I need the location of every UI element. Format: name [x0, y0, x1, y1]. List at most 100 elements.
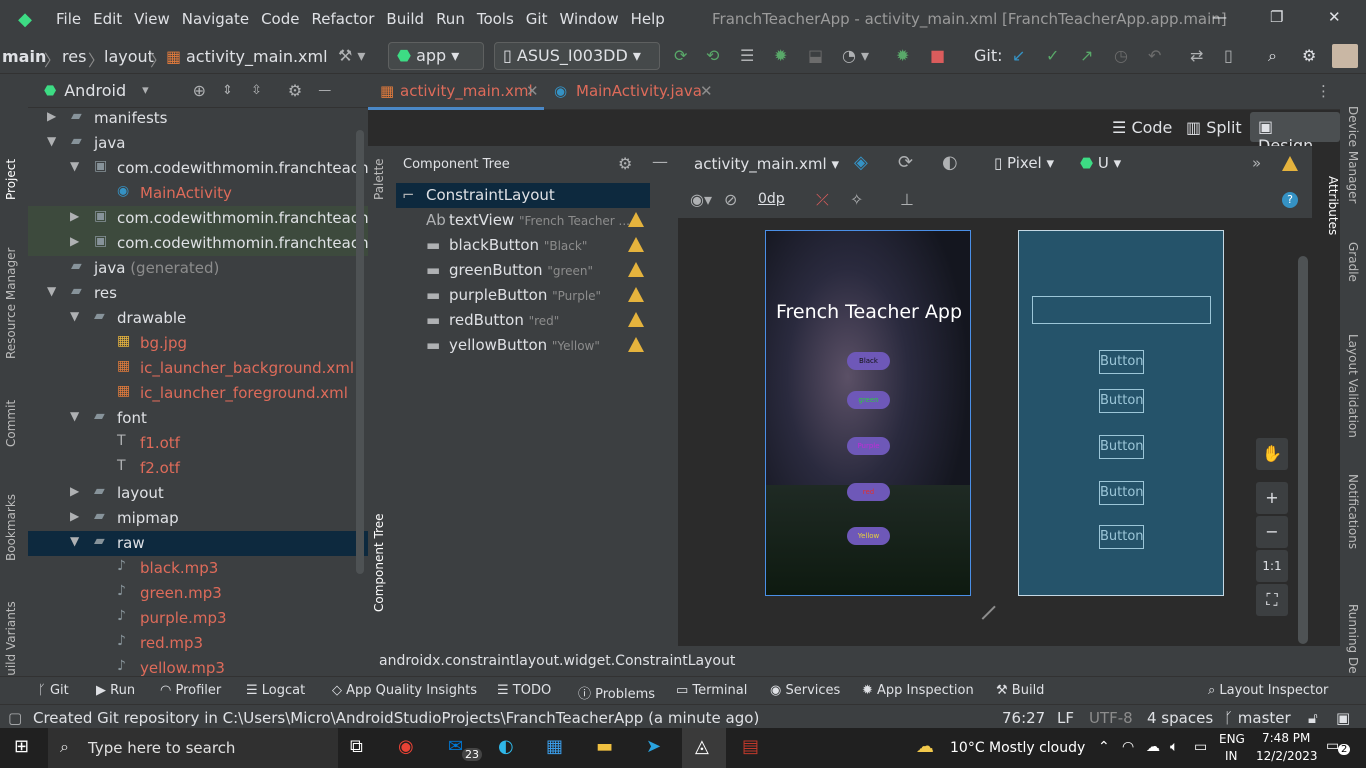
component-tree-item[interactable]: ▬ yellowButton "Yellow"	[396, 333, 650, 358]
settings-gear-icon[interactable]: ⚙	[1302, 46, 1316, 65]
preview-button-yellow[interactable]: Yellow	[847, 527, 890, 545]
indent-setting[interactable]: 4 spaces	[1147, 709, 1213, 727]
design-preview[interactable]: French Teacher App Black green Purple red Ye…	[765, 230, 971, 596]
stop-icon[interactable]: ■	[930, 46, 945, 65]
tool-todo[interactable]: ☰ TODO	[497, 683, 551, 698]
clock-date[interactable]: 12/2/2023	[1256, 749, 1318, 763]
tree-row[interactable]: ♪ red.mp3	[28, 631, 368, 656]
tree-row[interactable]: ▰ java (generated)	[28, 256, 368, 281]
device-select[interactable]: ▯ ASUS_I003DD ▾	[494, 42, 660, 70]
windows-start-icon[interactable]: ⊞	[14, 736, 29, 757]
tree-row[interactable]: ▦ ic_launcher_background.xml	[28, 356, 368, 381]
speaker-icon[interactable]: 🔈︎	[1170, 739, 1178, 755]
line-separator[interactable]: LF	[1057, 709, 1074, 727]
blueprint-button[interactable]: Button	[1099, 525, 1144, 549]
orientation-icon[interactable]: ⟳	[898, 152, 913, 173]
zoom-out-button[interactable]: −	[1256, 516, 1288, 548]
tree-row[interactable]: ▶ ▰ mipmap	[28, 506, 368, 531]
locate-icon[interactable]: ⊕	[193, 81, 206, 100]
rollback-icon[interactable]: ↶	[1148, 46, 1161, 65]
tool-git[interactable]: ᚴ Git	[38, 683, 69, 698]
wifi-icon[interactable]: ◠	[1122, 739, 1134, 755]
sync-gradle-icon[interactable]: ⇄	[1190, 46, 1203, 65]
clock-time[interactable]: 7:48 PM	[1262, 731, 1310, 745]
tool-app-quality-insights[interactable]: ◇ App Quality Insights	[332, 683, 477, 698]
status-toggle-icon[interactable]: ▢	[8, 709, 22, 727]
tree-row[interactable]: ▼ ▰ font	[28, 406, 368, 431]
warning-icon[interactable]	[1282, 156, 1298, 171]
blueprint-button[interactable]: Button	[1099, 350, 1144, 374]
blueprint-button[interactable]: Button	[1099, 389, 1144, 413]
list-icon[interactable]: ☰	[740, 46, 754, 65]
menu-edit[interactable]: Edit	[87, 10, 128, 28]
taskbar-search[interactable]: ⌕ Type here to search	[48, 728, 338, 768]
chevron-right-icon[interactable]: ▶	[70, 484, 79, 498]
minimize-icon[interactable]: —	[1212, 8, 1227, 26]
chrome-icon[interactable]: ◉	[398, 736, 414, 757]
tree-row[interactable]: ▼ ▰ raw	[28, 531, 368, 556]
component-tree-item[interactable]: ▬ purpleButton "Purple"	[396, 283, 650, 308]
tree-row[interactable]: ▼ ▰ java	[28, 131, 368, 156]
autoconnect-icon[interactable]: ⊘	[724, 190, 737, 209]
file-encoding[interactable]: UTF-8	[1089, 709, 1133, 727]
clear-constraints-icon[interactable]: ⤫	[816, 190, 829, 210]
infer-constraints-icon[interactable]: ✧	[850, 190, 863, 209]
menu-window[interactable]: Window	[553, 10, 624, 28]
tree-row[interactable]: Tf2.otf	[28, 456, 368, 481]
debug-attach-icon[interactable]: ✹	[896, 46, 909, 65]
tab-component-tree[interactable]: Component Tree	[372, 514, 386, 612]
tab-project[interactable]: Project	[4, 159, 18, 200]
warning-icon[interactable]	[628, 237, 644, 252]
tree-root-constraintlayout[interactable]: ⌐ ConstraintLayout	[396, 183, 650, 208]
more-chevron-icon[interactable]: »	[1252, 154, 1261, 172]
menu-view[interactable]: View	[128, 10, 176, 28]
battery-icon[interactable]: ▭	[1194, 739, 1207, 755]
hammer-icon[interactable]: ⚒ ▾	[338, 46, 365, 65]
breadcrumb-layout[interactable]: layout	[104, 47, 154, 66]
split-mode-button[interactable]: ▥ Split	[1186, 118, 1242, 137]
component-tree-item[interactable]: ▬ blackButton "Black"	[396, 233, 650, 258]
device-preview-select[interactable]: ▯ Pixel ▾	[994, 154, 1054, 172]
tree-row[interactable]: ▶ ▣ com.codewithmomin.franchteacher	[28, 231, 368, 256]
apply-changes-icon[interactable]: ⟳	[674, 46, 687, 65]
blueprint-preview[interactable]: Button Button Button Button Button	[1018, 230, 1224, 596]
tab-activity-main-xml[interactable]: ▦ activity_main.xml ✕	[368, 74, 544, 110]
hide-panel-icon[interactable]: —	[318, 83, 331, 98]
mail-icon[interactable]: ✉	[448, 736, 463, 757]
device-manager-icon[interactable]: ▯	[1224, 46, 1233, 65]
blueprint-button[interactable]: Button	[1099, 481, 1144, 505]
region-code[interactable]: IN	[1225, 749, 1238, 763]
tree-row[interactable]: Tf1.otf	[28, 431, 368, 456]
warning-icon[interactable]	[628, 212, 644, 227]
menu-help[interactable]: Help	[625, 10, 671, 28]
file-explorer-icon[interactable]: ▬	[596, 736, 613, 757]
tab-palette[interactable]: Palette	[372, 158, 386, 200]
tree-row[interactable]: ▦ ic_launcher_foreground.xml	[28, 381, 368, 406]
night-mode-icon[interactable]: ◐	[942, 152, 958, 173]
task-view-icon[interactable]: ⧉	[350, 736, 363, 757]
attach-debugger-icon[interactable]: ⬓	[808, 46, 823, 65]
tree-row[interactable]: ♪ purple.mp3	[28, 606, 368, 631]
tray-chevron-icon[interactable]: ⌃	[1098, 739, 1110, 755]
breadcrumb-file[interactable]: activity_main.xml	[186, 47, 328, 66]
chevron-down-icon[interactable]: ▼	[70, 409, 79, 423]
guidelines-icon[interactable]: ⊥	[900, 190, 914, 209]
layout-file-select[interactable]: activity_main.xml ▾	[694, 155, 839, 173]
run-config-select[interactable]: ⬣ app ▾	[388, 42, 484, 70]
lock-icon[interactable]: 🔓︎	[1308, 709, 1318, 727]
menu-code[interactable]: Code	[255, 10, 305, 28]
help-icon[interactable]: ?	[1282, 192, 1298, 208]
restore-icon[interactable]: ❐	[1270, 8, 1283, 26]
tab-commit[interactable]: Commit	[4, 400, 18, 447]
expand-all-icon[interactable]: ⇕	[222, 83, 233, 98]
menu-tools[interactable]: Tools	[471, 10, 520, 28]
chevron-right-icon[interactable]: ▶	[70, 509, 79, 523]
apply-code-changes-icon[interactable]: ⟲	[706, 46, 719, 65]
chevron-down-icon[interactable]: ▼	[47, 284, 56, 298]
git-commit-icon[interactable]: ✓	[1046, 46, 1059, 65]
tab-resource-manager[interactable]: Resource Manager	[4, 248, 18, 359]
chevron-right-icon[interactable]: ▶	[47, 109, 56, 123]
tree-row[interactable]: ◉ MainActivity	[28, 181, 368, 206]
menu-file[interactable]: File	[50, 10, 87, 28]
tree-row[interactable]: ▼ ▣ com.codewithmomin.franchteacher	[28, 156, 368, 181]
